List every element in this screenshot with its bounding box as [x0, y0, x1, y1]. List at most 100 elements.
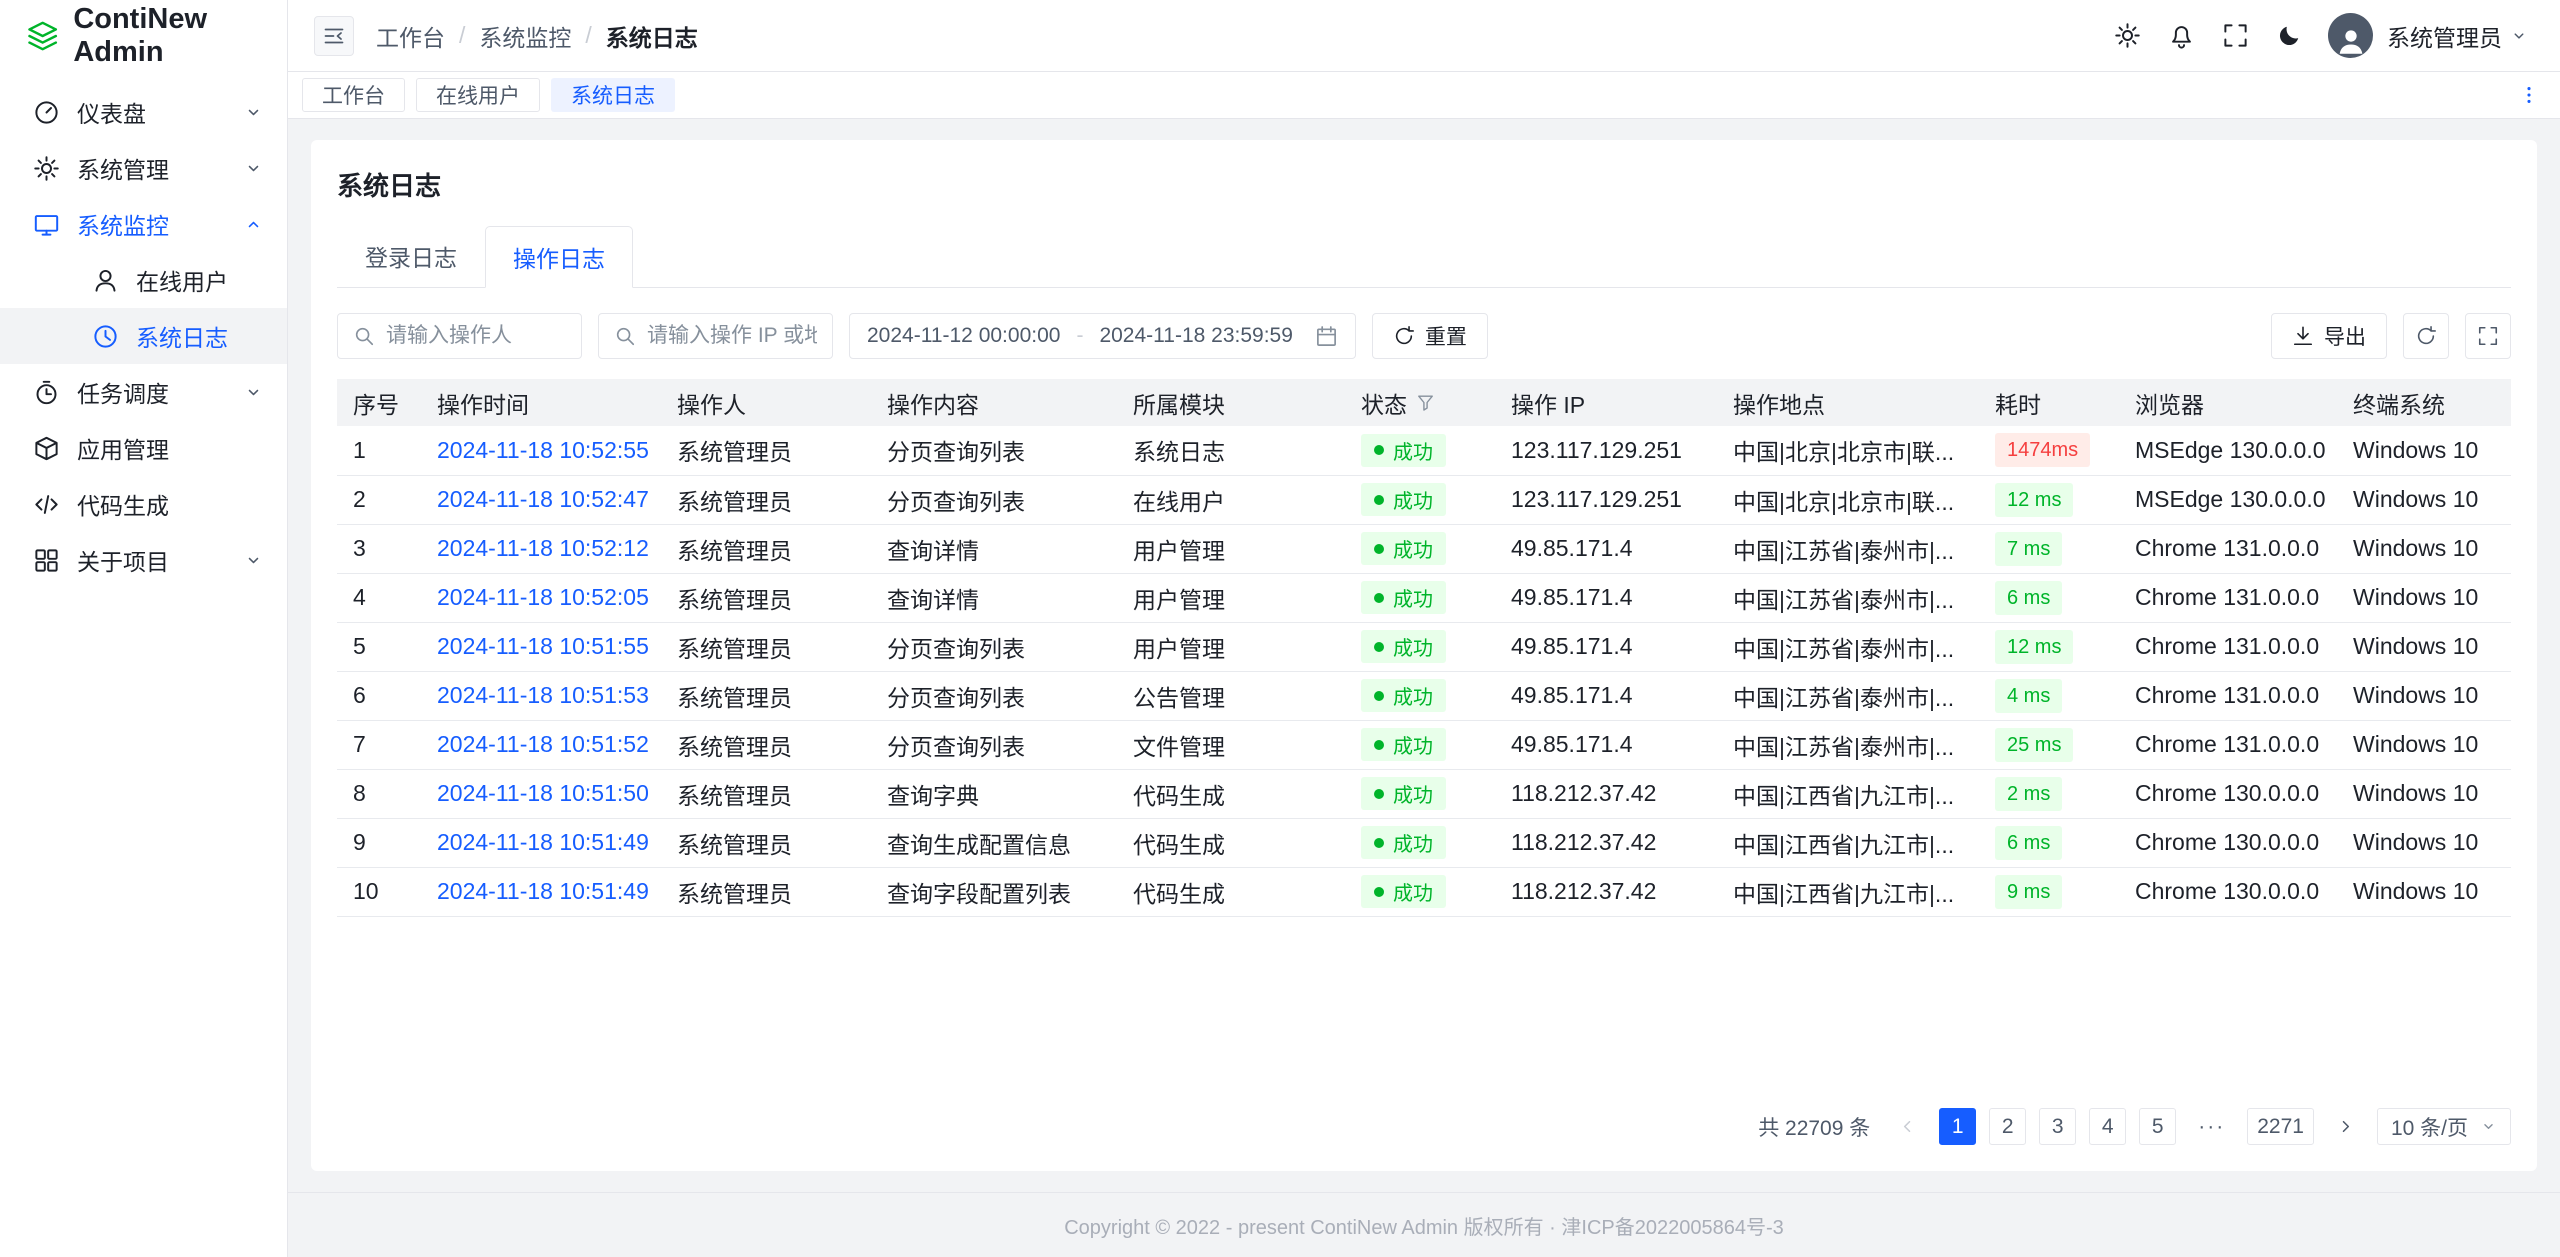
- tab-login-log[interactable]: 登录日志: [337, 225, 485, 287]
- logo[interactable]: ContiNew Admin: [0, 0, 287, 72]
- cell-index: 10: [337, 867, 421, 916]
- table-row: 9 2024-11-18 10:51:49 系统管理员 查询生成配置信息 代码生…: [337, 818, 2511, 867]
- chevron-down-icon: [2480, 1118, 2497, 1135]
- cell-module: 在线用户: [1117, 475, 1345, 524]
- cell-time-link[interactable]: 2024-11-18 10:51:53: [437, 682, 649, 708]
- sidebar-item-label: 任务调度: [77, 375, 169, 409]
- date-range-picker[interactable]: 2024-11-12 00:00:00 - 2024-11-18 23:59:5…: [849, 313, 1356, 359]
- pagination-page-button[interactable]: 2271: [2247, 1108, 2314, 1145]
- operator-search-input[interactable]: [386, 324, 566, 348]
- table-refresh-button[interactable]: [2403, 313, 2449, 359]
- status-badge: 成功: [1361, 434, 1446, 467]
- cell-time-link[interactable]: 2024-11-18 10:51:49: [437, 829, 649, 855]
- cell-time-link[interactable]: 2024-11-18 10:51:49: [437, 878, 649, 904]
- cell-module: 文件管理: [1117, 720, 1345, 769]
- tab-label: 登录日志: [365, 245, 457, 271]
- cell-time-link[interactable]: 2024-11-18 10:51:50: [437, 780, 649, 806]
- cell-time-link[interactable]: 2024-11-18 10:52:47: [437, 486, 649, 512]
- tab-workbench[interactable]: 工作台: [302, 78, 405, 112]
- sidebar-item-system-log[interactable]: 系统日志: [0, 308, 287, 364]
- sidebar-item-task-schedule[interactable]: 任务调度: [0, 364, 287, 420]
- fullscreen-button[interactable]: [2212, 13, 2258, 59]
- breadcrumb-item[interactable]: 系统监控: [479, 19, 571, 53]
- pagination-page-button[interactable]: 4: [2089, 1108, 2126, 1145]
- sidebar-item-system-monitor[interactable]: 系统监控: [0, 196, 287, 252]
- cell-location: 中国|北京|北京市|联...: [1717, 426, 1979, 475]
- cell-index: 3: [337, 524, 421, 573]
- status-label: 成功: [1393, 681, 1433, 710]
- cell-content: 查询生成配置信息: [871, 818, 1117, 867]
- reset-button[interactable]: 重置: [1372, 313, 1488, 359]
- notifications-button[interactable]: [2158, 13, 2204, 59]
- column-header-label: 状态: [1361, 386, 1407, 420]
- cell-time-link[interactable]: 2024-11-18 10:51:52: [437, 731, 649, 757]
- column-header-content: 操作内容: [871, 379, 1117, 426]
- pagination-page-button[interactable]: 3: [2039, 1108, 2076, 1145]
- status-dot-icon: [1374, 838, 1384, 848]
- table-fullscreen-button[interactable]: [2465, 313, 2511, 359]
- user-menu[interactable]: 系统管理员: [2381, 19, 2534, 53]
- tab-online-users[interactable]: 在线用户: [416, 78, 540, 112]
- cell-content: 分页查询列表: [871, 475, 1117, 524]
- cell-os: Windows 10: [2337, 426, 2511, 475]
- cell-time-link[interactable]: 2024-11-18 10:52:12: [437, 535, 649, 561]
- cell-operator: 系统管理员: [661, 475, 871, 524]
- status-label: 成功: [1393, 877, 1433, 906]
- tab-label: 工作台: [322, 80, 385, 110]
- user-icon: [92, 267, 119, 294]
- tab-operation-log[interactable]: 操作日志: [485, 226, 633, 288]
- chevron-down-icon: [244, 383, 263, 402]
- table-row: 2 2024-11-18 10:52:47 系统管理员 分页查询列表 在线用户 …: [337, 475, 2511, 524]
- download-icon: [2292, 325, 2314, 347]
- sidebar-item-app-management[interactable]: 应用管理: [0, 420, 287, 476]
- sidebar-item-online-users[interactable]: 在线用户: [0, 252, 287, 308]
- pagination-page-button[interactable]: 5: [2139, 1108, 2176, 1145]
- cell-module: 代码生成: [1117, 818, 1345, 867]
- cell-time-link[interactable]: 2024-11-18 10:51:55: [437, 633, 649, 659]
- pagination-page-button[interactable]: 2: [1989, 1108, 2026, 1145]
- sidebar-item-about-project[interactable]: 关于项目: [0, 532, 287, 588]
- duration-badge: 2 ms: [1995, 777, 2062, 811]
- sidebar-collapse-button[interactable]: [314, 16, 354, 56]
- cell-browser: MSEdge 130.0.0.0: [2119, 426, 2337, 475]
- cell-time-link[interactable]: 2024-11-18 10:52:05: [437, 584, 649, 610]
- sidebar-item-system-management[interactable]: 系统管理: [0, 140, 287, 196]
- cell-time-link[interactable]: 2024-11-18 10:52:55: [437, 437, 649, 463]
- main-column: 工作台 / 系统监控 / 系统日志 系统管理员 工作台 在线用户: [288, 0, 2560, 1257]
- duration-badge: 1474ms: [1995, 433, 2090, 467]
- avatar[interactable]: [2328, 13, 2373, 58]
- breadcrumb-item[interactable]: 工作台: [376, 19, 445, 53]
- tab-more-button[interactable]: [2512, 78, 2546, 112]
- tab-system-log[interactable]: 系统日志: [551, 78, 675, 112]
- log-table-body: 1 2024-11-18 10:52:55 系统管理员 分页查询列表 系统日志 …: [337, 426, 2511, 916]
- cell-module: 用户管理: [1117, 524, 1345, 573]
- page-size-select[interactable]: 10 条/页: [2377, 1108, 2511, 1145]
- cell-os: Windows 10: [2337, 818, 2511, 867]
- export-button[interactable]: 导出: [2271, 313, 2387, 359]
- pagination-next-button[interactable]: [2327, 1108, 2364, 1145]
- duration-badge: 12 ms: [1995, 483, 2073, 517]
- breadcrumb-item-current: 系统日志: [606, 19, 698, 53]
- sidebar-item-dashboard[interactable]: 仪表盘: [0, 84, 287, 140]
- cell-module: 系统日志: [1117, 426, 1345, 475]
- duration-badge: 6 ms: [1995, 826, 2062, 860]
- pagination-prev-button[interactable]: [1889, 1108, 1926, 1145]
- duration-badge: 12 ms: [1995, 630, 2073, 664]
- date-end-value: 2024-11-18 23:59:59: [1099, 324, 1292, 348]
- status-badge: 成功: [1361, 532, 1446, 565]
- ip-search-input[interactable]: [647, 324, 817, 348]
- duration-badge: 6 ms: [1995, 581, 2062, 615]
- cell-index: 6: [337, 671, 421, 720]
- cell-operator: 系统管理员: [661, 573, 871, 622]
- filter-icon[interactable]: [1416, 393, 1435, 412]
- cell-content: 分页查询列表: [871, 671, 1117, 720]
- settings-button[interactable]: [2104, 13, 2150, 59]
- dark-mode-button[interactable]: [2266, 13, 2312, 59]
- pagination-page-button[interactable]: 1: [1939, 1108, 1976, 1145]
- log-card: 系统日志 登录日志 操作日志 2024-11-12 00:00:: [311, 140, 2537, 1171]
- breadcrumb-separator: /: [459, 22, 465, 49]
- sidebar-item-code-generation[interactable]: 代码生成: [0, 476, 287, 532]
- sidebar-item-label: 系统日志: [136, 319, 228, 353]
- pagination-ellipsis[interactable]: ···: [2189, 1108, 2234, 1145]
- cell-ip: 118.212.37.42: [1495, 769, 1717, 818]
